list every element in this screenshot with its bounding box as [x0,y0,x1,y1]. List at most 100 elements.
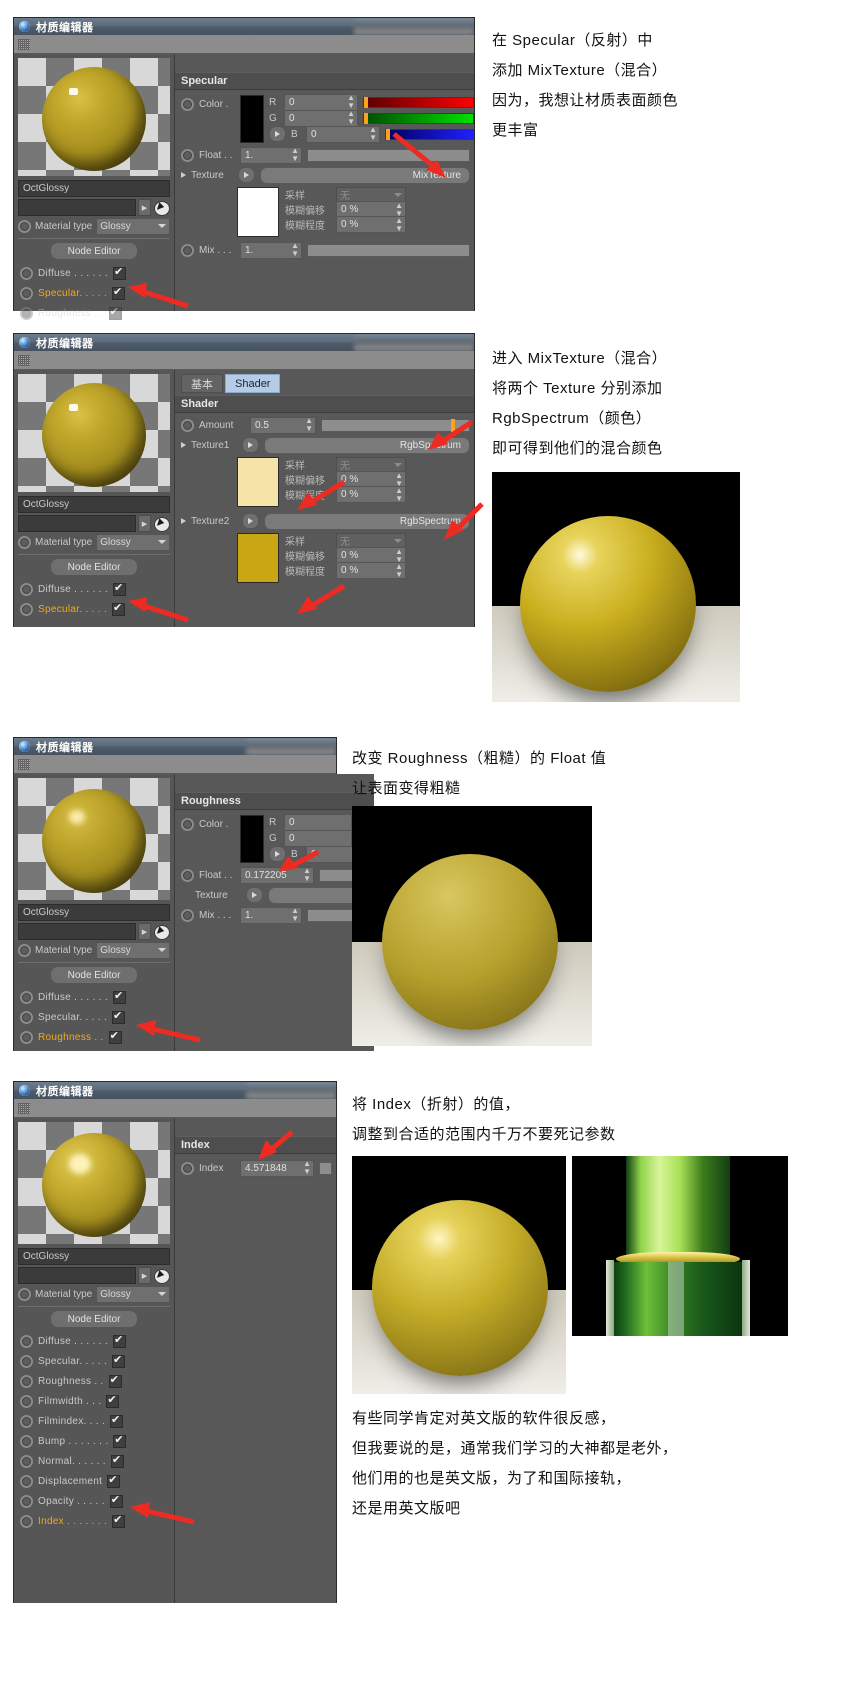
material-link-field[interactable] [18,515,136,532]
channel-row-diffuse[interactable]: Diffuse . . . . . . [14,263,174,283]
triangle-right-icon[interactable] [242,437,259,453]
window-titlebar[interactable]: 材质编辑器 [14,18,474,35]
radio-button-icon[interactable] [181,148,194,162]
channel-row-specular[interactable]: Specular. . . . . [14,1007,174,1027]
radio-button-icon[interactable] [181,868,194,882]
stepper-icon[interactable]: ▲ ▼ [291,147,299,163]
material-type-select[interactable]: Glossy [96,941,170,959]
material-editor-window-3[interactable]: 材质编辑器 OctGlossy ▶ Material type Glossy N… [14,738,374,1051]
material-link-row[interactable]: ▶ [18,923,170,940]
stepper-icon[interactable]: ▲ ▼ [303,1160,311,1176]
check-icon[interactable] [108,1030,122,1044]
radio-button-icon[interactable] [181,243,194,257]
channel-row-roughness[interactable]: Roughness . . [14,1027,174,1047]
stepper-icon[interactable]: ▲ ▼ [303,867,311,883]
check-icon[interactable] [112,990,126,1004]
material-link-row[interactable]: ▶ [18,199,170,216]
check-icon[interactable] [106,1394,120,1408]
tab-shader[interactable]: Shader [225,374,281,393]
stepper-icon[interactable]: ▲ ▼ [347,110,355,126]
check-icon[interactable] [109,1494,123,1508]
texture-preview-swatch[interactable] [237,187,279,237]
check-icon[interactable] [110,1414,124,1428]
mix-slider[interactable] [307,243,470,257]
check-icon[interactable] [112,1354,126,1368]
triangle-right-icon[interactable] [181,518,186,524]
sampling-row[interactable]: 采样 无 [285,532,474,549]
texture2-row[interactable]: Texture2 RgbSpectrum [175,511,474,531]
channel-row-specular[interactable]: Specular. . . . . [14,1351,174,1371]
chevron-right-icon[interactable]: ▶ [138,1267,151,1284]
radio-button-icon[interactable] [20,990,33,1004]
material-type-row[interactable]: Material type Glossy [18,941,170,959]
material-link-field[interactable] [18,923,136,940]
blur-offset-row[interactable]: 模糊偏移 0 % ▲ ▼ [285,547,474,564]
shader-tabs[interactable]: 基本 Shader [175,370,474,395]
stepper-icon[interactable]: ▲ ▼ [291,907,299,923]
material-link-field[interactable] [18,199,136,216]
pick-cursor-icon[interactable] [153,516,170,532]
node-editor-button[interactable]: Node Editor [50,242,138,260]
check-icon[interactable] [113,1434,127,1448]
material-link-field[interactable] [18,1267,136,1284]
stepper-icon[interactable]: ▲ ▼ [395,216,403,233]
slider-knob[interactable] [364,96,368,108]
blue-slider[interactable] [385,128,474,140]
triangle-right-icon[interactable] [181,442,186,448]
material-link-row[interactable]: ▶ [18,1267,170,1284]
toolbar-strip[interactable] [14,351,474,370]
node-editor-button[interactable]: Node Editor [50,966,138,984]
mix-row[interactable]: Mix . . . 1. ▲ ▼ [175,240,474,260]
chevron-right-icon[interactable]: ▶ [138,515,151,532]
channel-row-specular[interactable]: Specular. . . . . [14,599,174,619]
check-icon[interactable] [112,582,126,596]
slider-knob[interactable] [386,128,390,140]
radio-button-icon[interactable] [181,418,194,432]
check-icon[interactable] [108,306,122,320]
texture1-preview-swatch[interactable] [237,457,279,507]
drag-gripper-icon[interactable] [18,354,30,366]
channel-row-roughness[interactable]: Roughness . . [14,303,174,323]
window-titlebar[interactable]: 材质编辑器 [14,1082,336,1099]
check-icon[interactable] [112,266,126,280]
check-icon[interactable] [112,1514,126,1528]
green-slider[interactable] [363,112,474,124]
channel-row-diffuse[interactable]: Diffuse . . . . . . [14,579,174,599]
radio-button-icon[interactable] [181,1161,194,1175]
radio-button-icon[interactable] [20,306,33,320]
check-icon[interactable] [110,1454,124,1468]
triangle-right-icon[interactable] [246,887,263,903]
material-type-row[interactable]: Material type Glossy [18,533,170,551]
channel-row-bump[interactable]: Bump . . . . . . . [14,1431,174,1451]
radio-button-icon[interactable] [20,1030,33,1044]
blur-amount-row[interactable]: 模糊程度 0 % ▲ ▼ [285,486,474,503]
toolbar-strip[interactable] [14,755,336,774]
radio-button-icon[interactable] [18,1287,31,1301]
mix-row[interactable]: Mix . . . 1. ▲ ▼ [175,905,374,925]
stepper-icon[interactable]: ▲ ▼ [395,562,403,579]
texture1-value-field[interactable]: RgbSpectrum [264,436,470,454]
drag-gripper-icon[interactable] [18,38,30,50]
triangle-right-icon[interactable] [269,126,286,142]
stepper-icon[interactable]: ▲ ▼ [369,126,377,142]
toolbar-strip[interactable] [14,1099,336,1118]
radio-button-icon[interactable] [20,1434,33,1448]
material-name-field[interactable]: OctGlossy [18,496,170,513]
material-name-field[interactable]: OctGlossy [18,180,170,197]
slider-knob[interactable] [451,418,455,432]
drag-gripper-icon[interactable] [18,758,30,770]
material-type-select[interactable]: Glossy [96,1285,170,1303]
chevron-right-icon[interactable]: ▶ [138,923,151,940]
blur-amount-row[interactable]: 模糊程度 0 % ▲ ▼ [285,216,474,233]
radio-button-icon[interactable] [20,1514,33,1528]
channel-row-normal[interactable]: Normal. . . . . . [14,1451,174,1471]
radio-button-icon[interactable] [18,535,31,549]
amount-slider[interactable] [321,418,470,432]
radio-button-icon[interactable] [18,943,31,957]
radio-button-icon[interactable] [20,1414,33,1428]
blur-offset-row[interactable]: 模糊偏移 0 % ▲ ▼ [285,471,474,488]
color-swatch[interactable] [240,95,264,143]
sampling-row[interactable]: 采样 无 [285,186,474,203]
radio-button-icon[interactable] [20,1394,33,1408]
float-row[interactable]: Float . . 0.172205 ▲ ▼ [175,865,374,885]
